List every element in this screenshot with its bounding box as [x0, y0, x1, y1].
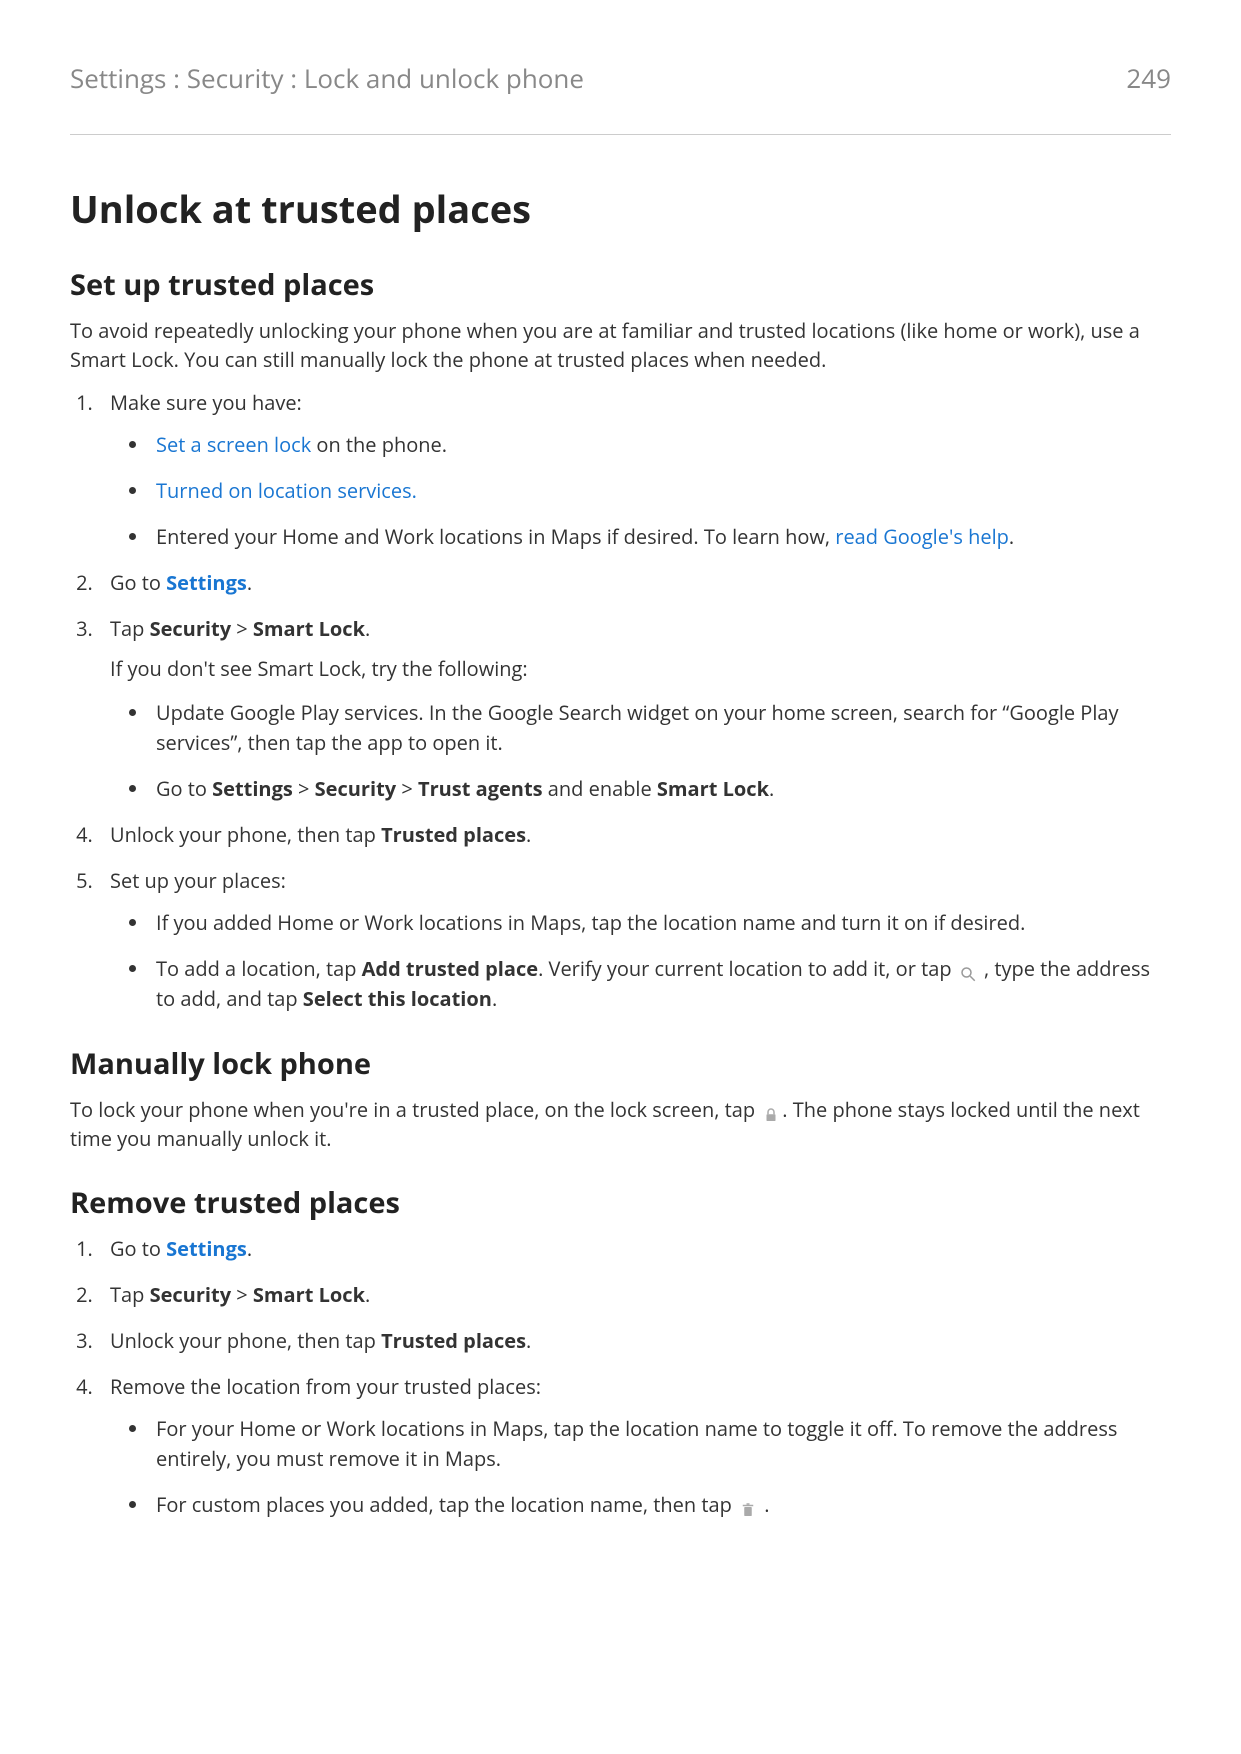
- r-step2-sep: >: [231, 1281, 253, 1308]
- s5b2-before: To add a location, tap: [156, 955, 362, 982]
- step3-sep: >: [231, 615, 253, 642]
- setup-step-1: Make sure you have: Set a screen lock on…: [98, 388, 1171, 552]
- step5-text: Set up your places:: [110, 867, 286, 894]
- s5b2-bold1: Add trusted place: [362, 955, 538, 982]
- r-step2-bold2: Smart Lock: [253, 1281, 365, 1308]
- step4-before: Unlock your phone, then tap: [110, 821, 381, 848]
- step3-bullet-1: Update Google Play services. In the Goog…: [150, 698, 1171, 758]
- section-setup-heading: Set up trusted places: [70, 265, 1171, 304]
- step3-bold1: Security: [150, 615, 232, 642]
- r4b2-after: .: [759, 1491, 769, 1518]
- step2-after: .: [247, 569, 252, 596]
- r4b2-before: For custom places you added, tap the loc…: [156, 1491, 737, 1518]
- step5-bullet-1: If you added Home or Work locations in M…: [150, 908, 1171, 938]
- step2-before: Go to: [110, 569, 166, 596]
- section-manual-heading: Manually lock phone: [70, 1044, 1171, 1083]
- step1-bullet-3: Entered your Home and Work locations in …: [150, 522, 1171, 552]
- s5b2-after: .: [492, 985, 497, 1012]
- trash-icon: [739, 1497, 757, 1515]
- manual-before: To lock your phone when you're in a trus…: [70, 1096, 760, 1123]
- s5b2-mid1: . Verify your current location to add it…: [538, 955, 957, 982]
- step3-bullets: Update Google Play services. In the Goog…: [110, 698, 1171, 804]
- link-settings-2[interactable]: Settings: [166, 1235, 247, 1262]
- r-step4-bullet-1: For your Home or Work locations in Maps,…: [150, 1414, 1171, 1474]
- lock-icon: [762, 1102, 780, 1120]
- r-step2-after: .: [365, 1281, 370, 1308]
- link-settings-1[interactable]: Settings: [166, 569, 247, 596]
- step4-after: .: [526, 821, 531, 848]
- step3-bullet-2: Go to Settings > Security > Trust agents…: [150, 774, 1171, 804]
- step3-note: If you don't see Smart Lock, try the fol…: [110, 654, 1171, 684]
- step1-text: Make sure you have:: [110, 389, 302, 416]
- r-step3-bold: Trusted places: [381, 1327, 526, 1354]
- setup-step-3: Tap Security > Smart Lock. If you don't …: [98, 614, 1171, 804]
- s3b2-mid: and enable: [543, 775, 657, 802]
- page-number: 249: [1126, 60, 1171, 96]
- s3b2-b4: Smart Lock: [657, 775, 769, 802]
- page-title: Unlock at trusted places: [70, 183, 1171, 235]
- r-step4-bullets: For your Home or Work locations in Maps,…: [110, 1414, 1171, 1520]
- s3b2-b1: Settings: [212, 775, 293, 802]
- step5-bullets: If you added Home or Work locations in M…: [110, 908, 1171, 1014]
- link-set-screen-lock[interactable]: Set a screen lock: [156, 431, 311, 458]
- r-step1-after: .: [247, 1235, 252, 1262]
- r-step2-before: Tap: [110, 1281, 150, 1308]
- s3b2-sep1: >: [293, 775, 315, 802]
- section-manual-para: To lock your phone when you're in a trus…: [70, 1095, 1171, 1153]
- section-setup-intro: To avoid repeatedly unlocking your phone…: [70, 316, 1171, 374]
- link-google-help[interactable]: read Google's help: [835, 523, 1009, 550]
- step3-bold2: Smart Lock: [253, 615, 365, 642]
- setup-step-5: Set up your places: If you added Home or…: [98, 866, 1171, 1014]
- remove-step-1: Go to Settings.: [98, 1234, 1171, 1264]
- step3-after: .: [365, 615, 370, 642]
- page-container: Settings : Security : Lock and unlock ph…: [0, 0, 1241, 1754]
- s3b2-before: Go to: [156, 775, 212, 802]
- step1-bullet-3-after: .: [1009, 523, 1014, 550]
- breadcrumb: Settings : Security : Lock and unlock ph…: [70, 60, 584, 96]
- step1-bullets: Set a screen lock on the phone. Turned o…: [110, 430, 1171, 552]
- step1-bullet-1-rest: on the phone.: [311, 431, 447, 458]
- search-icon: [959, 961, 977, 979]
- s5b2-bold2: Select this location: [303, 985, 492, 1012]
- step1-bullet-1: Set a screen lock on the phone.: [150, 430, 1171, 460]
- s3b2-b2: Security: [315, 775, 397, 802]
- remove-step-4: Remove the location from your trusted pl…: [98, 1372, 1171, 1520]
- r-step2-bold1: Security: [150, 1281, 232, 1308]
- r-step3-after: .: [526, 1327, 531, 1354]
- r-step4-text: Remove the location from your trusted pl…: [110, 1373, 541, 1400]
- section-remove-heading: Remove trusted places: [70, 1183, 1171, 1222]
- r-step3-before: Unlock your phone, then tap: [110, 1327, 381, 1354]
- s3b2-after: .: [769, 775, 774, 802]
- setup-steps-list: Make sure you have: Set a screen lock on…: [70, 388, 1171, 1014]
- step4-bold: Trusted places: [381, 821, 526, 848]
- setup-step-2: Go to Settings.: [98, 568, 1171, 598]
- remove-step-2: Tap Security > Smart Lock.: [98, 1280, 1171, 1310]
- s3b2-b3: Trust agents: [418, 775, 543, 802]
- s3b2-sep2: >: [396, 775, 418, 802]
- page-header: Settings : Security : Lock and unlock ph…: [70, 60, 1171, 135]
- step3-before: Tap: [110, 615, 150, 642]
- link-location-services[interactable]: Turned on location services.: [156, 477, 417, 504]
- remove-step-3: Unlock your phone, then tap Trusted plac…: [98, 1326, 1171, 1356]
- step1-bullet-3-before: Entered your Home and Work locations in …: [156, 523, 835, 550]
- setup-step-4: Unlock your phone, then tap Trusted plac…: [98, 820, 1171, 850]
- r-step4-bullet-2: For custom places you added, tap the loc…: [150, 1490, 1171, 1520]
- step5-bullet-2: To add a location, tap Add trusted place…: [150, 954, 1171, 1014]
- step1-bullet-2: Turned on location services.: [150, 476, 1171, 506]
- r-step1-before: Go to: [110, 1235, 166, 1262]
- remove-steps-list: Go to Settings. Tap Security > Smart Loc…: [70, 1234, 1171, 1520]
